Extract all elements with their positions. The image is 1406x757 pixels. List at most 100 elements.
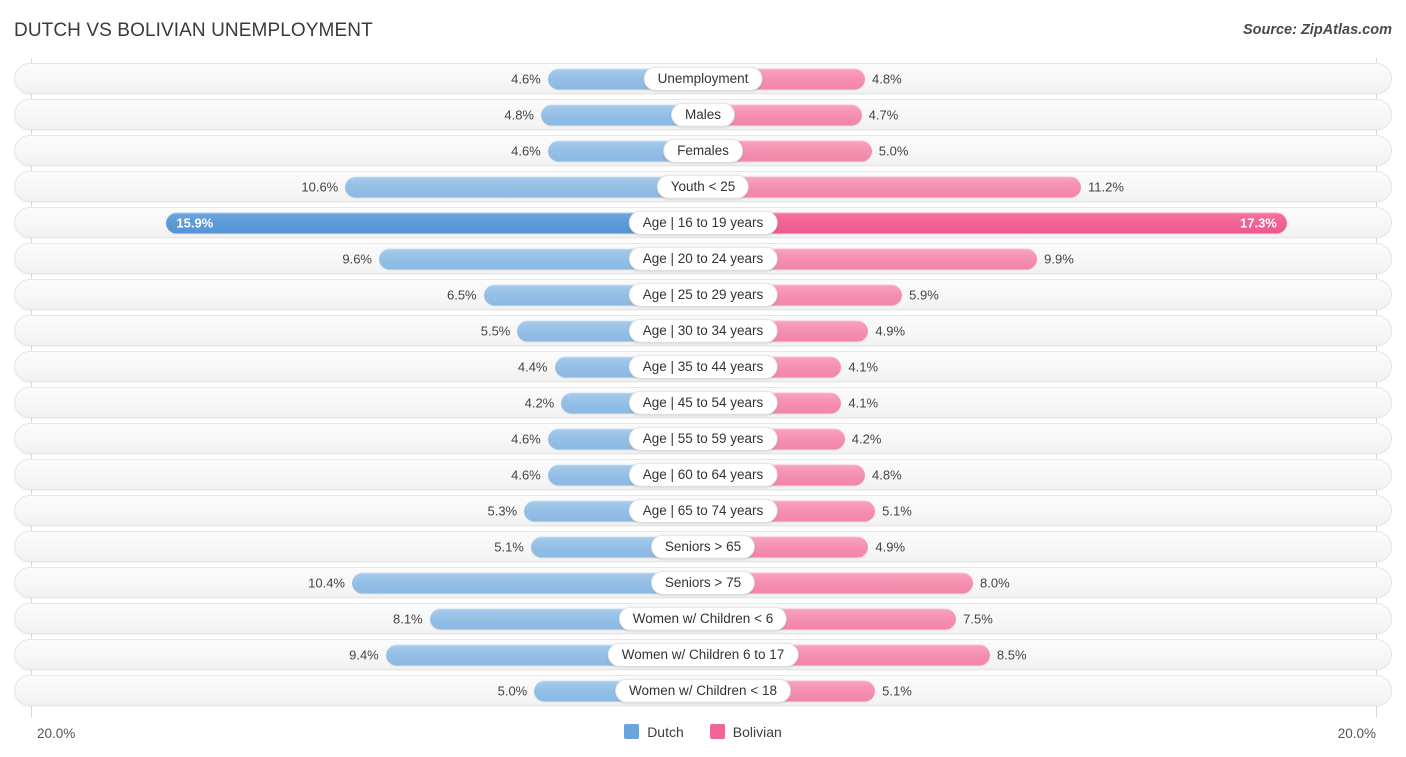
- legend-swatch-icon-bolivian: [709, 724, 725, 739]
- bar-half-left: 5.3%: [15, 496, 703, 525]
- bar-row[interactable]: 5.5% 4.9% Age | 30 to 34 years: [14, 315, 1392, 346]
- bar-half-right: 9.9%: [703, 244, 1391, 273]
- bar-value-bolivian: 4.8%: [872, 71, 902, 86]
- bar-row[interactable]: 5.3% 5.1% Age | 65 to 74 years: [14, 495, 1392, 526]
- bar-half-right: 5.9%: [703, 280, 1391, 309]
- bar-value-dutch: 5.5%: [480, 323, 511, 338]
- bar-half-right: 8.5%: [703, 640, 1391, 669]
- bar-value-bolivian: 4.8%: [872, 467, 902, 482]
- bar-half-right: 4.1%: [703, 388, 1391, 417]
- chart-plot-area: 4.6% 4.8% Unemployment 4.8% 4.7% Males 4.6% 5.0…: [0, 58, 1406, 718]
- bar-row[interactable]: 10.4% 8.0% Seniors > 75: [14, 567, 1392, 598]
- chart-legend: Dutch Bolivian: [0, 724, 1406, 739]
- bar-half-left: 15.9%: [15, 208, 703, 237]
- bar-value-bolivian: 17.3%: [1240, 215, 1277, 230]
- bar-value-bolivian: 5.9%: [909, 287, 939, 302]
- bar-value-bolivian: 11.2%: [1088, 179, 1124, 194]
- bar-value-dutch: 4.2%: [524, 395, 555, 410]
- legend-item-dutch[interactable]: Dutch: [624, 724, 684, 739]
- bar-row[interactable]: 9.4% 8.5% Women w/ Children 6 to 17: [14, 639, 1392, 670]
- bar-value-bolivian: 4.2%: [851, 431, 882, 446]
- bar-half-right: 11.2%: [703, 172, 1391, 201]
- bar-value-bolivian: 4.7%: [868, 107, 899, 122]
- category-label-pill: Women w/ Children 6 to 17: [607, 642, 799, 667]
- bar-half-right: 4.8%: [703, 460, 1391, 489]
- bar-row[interactable]: 4.2% 4.1% Age | 45 to 54 years: [14, 387, 1392, 418]
- bar-half-right: 17.3%: [703, 208, 1391, 237]
- bar-half-right: 4.9%: [703, 532, 1391, 561]
- bar-row[interactable]: 9.6% 9.9% Age | 20 to 24 years: [14, 243, 1392, 274]
- category-label-pill: Age | 16 to 19 years: [628, 210, 778, 235]
- page-title: DUTCH VS BOLIVIAN UNEMPLOYMENT: [14, 20, 373, 41]
- category-label-pill: Age | 20 to 24 years: [628, 246, 778, 271]
- legend-item-bolivian[interactable]: Bolivian: [709, 723, 782, 740]
- category-label-pill: Age | 55 to 59 years: [628, 426, 778, 451]
- bar-value-dutch: 4.6%: [511, 467, 541, 482]
- bar-row[interactable]: 4.6% 4.2% Age | 55 to 59 years: [14, 423, 1392, 454]
- bar-row[interactable]: 6.5% 5.9% Age | 25 to 29 years: [14, 279, 1392, 310]
- category-label-pill: Age | 35 to 44 years: [628, 354, 778, 379]
- bar-value-dutch: 5.0%: [497, 683, 528, 698]
- bar-value-dutch: 8.1%: [392, 611, 423, 626]
- bar-half-left: 6.5%: [15, 280, 703, 309]
- category-label-pill: Females: [663, 138, 743, 163]
- chart-footer: 20.0% 20.0% Dutch Bolivian: [0, 718, 1406, 757]
- bar-value-dutch: 5.1%: [494, 539, 524, 554]
- bar-row[interactable]: 4.6% 4.8% Unemployment: [14, 63, 1392, 94]
- bar-value-bolivian: 4.1%: [848, 359, 879, 374]
- bar-value-bolivian: 4.9%: [875, 323, 906, 338]
- bar-half-left: 4.2%: [15, 388, 703, 417]
- category-label-pill: Unemployment: [643, 66, 763, 91]
- bar-half-left: 10.6%: [15, 172, 703, 201]
- source-attribution: Source: ZipAtlas.com: [1242, 22, 1392, 38]
- legend-label-dutch: Dutch: [647, 723, 684, 740]
- category-label-pill: Age | 65 to 74 years: [628, 498, 778, 523]
- bar-row[interactable]: 4.4% 4.1% Age | 35 to 44 years: [14, 351, 1392, 382]
- bar-half-left: 10.4%: [15, 568, 703, 597]
- bar-half-left: 9.6%: [15, 244, 703, 273]
- bar-value-bolivian: 5.0%: [878, 143, 909, 158]
- bar-value-bolivian: 5.1%: [882, 503, 912, 518]
- bar-half-right: 5.1%: [703, 496, 1391, 525]
- category-label-pill: Women w/ Children < 18: [615, 678, 791, 703]
- bar-value-bolivian: 4.9%: [875, 539, 906, 554]
- bar-value-dutch: 9.4%: [349, 647, 379, 662]
- legend-swatch-icon-dutch: [624, 724, 640, 739]
- bar-value-bolivian: 9.9%: [1044, 251, 1074, 266]
- bar-row[interactable]: 5.1% 4.9% Seniors > 65: [14, 531, 1392, 562]
- bar-half-right: 5.0%: [703, 136, 1391, 165]
- bar-half-right: 7.5%: [703, 604, 1391, 633]
- bar-value-bolivian: 5.1%: [882, 683, 912, 698]
- bar-row[interactable]: 15.9% 17.3% Age | 16 to 19 years: [14, 207, 1392, 238]
- bar-half-right: 5.1%: [703, 676, 1391, 705]
- bar-value-bolivian: 8.5%: [996, 647, 1027, 662]
- bar-rows-container: 4.6% 4.8% Unemployment 4.8% 4.7% Males 4.6% 5.0…: [0, 58, 1406, 718]
- bar-half-left: 4.6%: [15, 424, 703, 453]
- bar-row[interactable]: 4.6% 4.8% Age | 60 to 64 years: [14, 459, 1392, 490]
- category-label-pill: Age | 45 to 54 years: [628, 390, 778, 415]
- bar-value-dutch: 5.3%: [487, 503, 518, 518]
- bar-value-dutch: 10.4%: [308, 575, 345, 590]
- bar-row[interactable]: 4.8% 4.7% Males: [14, 99, 1392, 130]
- bar-half-left: 4.6%: [15, 64, 703, 93]
- bar-dutch: [345, 176, 703, 197]
- bar-value-bolivian: 4.1%: [848, 395, 879, 410]
- legend-label-bolivian: Bolivian: [732, 723, 782, 740]
- bar-value-dutch: 4.6%: [511, 71, 541, 86]
- chart-header: DUTCH VS BOLIVIAN UNEMPLOYMENT Source: Z…: [0, 0, 1406, 58]
- bar-half-left: 5.5%: [15, 316, 703, 345]
- bar-row[interactable]: 8.1% 7.5% Women w/ Children < 6: [14, 603, 1392, 634]
- bar-half-left: 4.4%: [15, 352, 703, 381]
- bar-row[interactable]: 5.0% 5.1% Women w/ Children < 18: [14, 675, 1392, 706]
- bar-half-right: 4.9%: [703, 316, 1391, 345]
- bar-row[interactable]: 4.6% 5.0% Females: [14, 135, 1392, 166]
- bar-value-bolivian: 8.0%: [980, 575, 1010, 590]
- category-label-pill: Age | 30 to 34 years: [628, 318, 778, 343]
- bar-value-dutch: 15.9%: [176, 215, 214, 230]
- bar-half-left: 8.1%: [15, 604, 703, 633]
- bar-row[interactable]: 10.6% 11.2% Youth < 25: [14, 171, 1392, 202]
- bar-value-dutch: 4.6%: [511, 143, 541, 158]
- bar-half-left: 5.0%: [15, 676, 703, 705]
- bar-value-dutch: 6.5%: [446, 287, 477, 302]
- bar-dutch: [166, 212, 703, 233]
